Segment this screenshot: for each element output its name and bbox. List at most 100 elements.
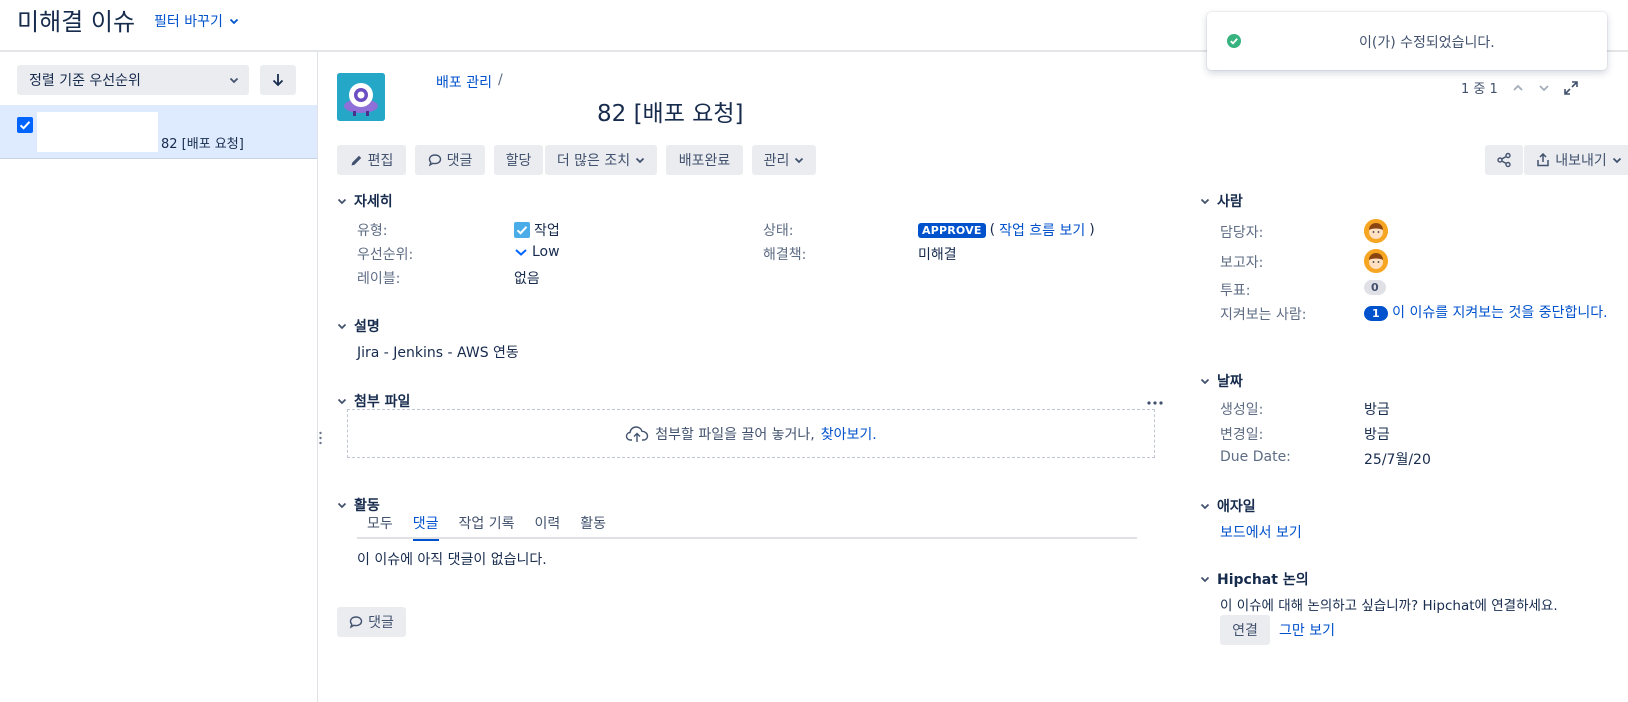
agile-section-toggle[interactable]: 애자일 (1200, 496, 1256, 516)
chevron-down-icon (229, 18, 238, 25)
filter-switch-link[interactable]: 필터 바꾸기 (154, 11, 239, 31)
hipchat-connect-label: 연결 (1232, 623, 1258, 639)
tab-history[interactable]: 이력 (535, 513, 561, 541)
sort-select-label: 정렬 기준 우선순위 (29, 73, 141, 89)
hipchat-heading: Hipchat 논의 (1217, 572, 1309, 588)
hipchat-dismiss-link[interactable]: 그만 보기 (1279, 620, 1335, 640)
issue-detail-pane: 배포 관리 / 82 [배포 요청] 1 중 1 편집 댓글 할당 더 많은 조… (318, 52, 1628, 702)
export-icon (1537, 153, 1549, 167)
tab-all[interactable]: 모두 (367, 513, 393, 541)
activity-tabs: 모두 댓글 작업 기록 이력 활동 (367, 513, 606, 541)
resolution-label: 해결책: (763, 247, 807, 263)
edit-button[interactable]: 편집 (337, 145, 406, 175)
updated-value: 방금 (1364, 427, 1390, 443)
cloud-upload-icon (626, 425, 649, 442)
breadcrumb: 배포 관리 / (436, 72, 503, 92)
people-section-toggle[interactable]: 사람 (1200, 191, 1243, 211)
check-circle-icon (1227, 34, 1241, 48)
tab-worklog[interactable]: 작업 기록 (459, 513, 515, 541)
tab-comments[interactable]: 댓글 (412, 513, 439, 541)
resolution-value: 미해결 (918, 247, 957, 263)
chevron-down-icon (337, 502, 347, 509)
filter-switch-label: 필터 바꾸기 (154, 14, 223, 30)
comment-button-label: 댓글 (446, 153, 473, 169)
list-item[interactable]: 82 [배포 요청] (0, 105, 317, 159)
tab-activity[interactable]: 활동 (580, 513, 606, 541)
breadcrumb-separator: / (497, 72, 503, 88)
share-button[interactable] (1485, 145, 1523, 175)
workflow-paren-open: ( (989, 222, 996, 238)
chevron-down-icon (337, 323, 347, 330)
chevron-down-icon (636, 157, 645, 164)
description-text[interactable]: Jira - Jenkins - AWS 연동 (357, 342, 519, 362)
chevron-down-icon (1612, 157, 1621, 164)
issue-title[interactable]: 82 [배포 요청] (597, 94, 743, 128)
activity-section-toggle[interactable]: 활동 (337, 495, 380, 515)
chevron-down-icon (1200, 576, 1210, 583)
assign-button[interactable]: 할당 (494, 145, 543, 175)
view-on-board-link[interactable]: 보드에서 보기 (1220, 522, 1302, 542)
watchers-count-badge[interactable]: 1 (1364, 306, 1388, 321)
deploy-done-button[interactable]: 배포완료 (666, 145, 743, 175)
watchers-label: 지켜보는 사람: (1220, 307, 1307, 323)
list-item-summary: 82 [배포 요청] (161, 137, 244, 152)
export-button[interactable]: 내보내기 (1524, 145, 1628, 175)
status-value: APPROVE (작업 흐름 보기) (918, 220, 1095, 240)
edit-button-label: 편집 (367, 153, 394, 169)
description-heading: 설명 (354, 319, 380, 335)
details-section-toggle[interactable]: 자세히 (337, 191, 393, 211)
redacted-issue-key (37, 112, 158, 152)
more-actions-button[interactable]: 더 많은 조치 (545, 145, 657, 175)
add-comment-label: 댓글 (368, 615, 394, 631)
hipchat-dismiss-label: 그만 보기 (1279, 623, 1335, 639)
share-icon (1497, 152, 1511, 168)
attachment-dropzone[interactable]: 첨부할 파일을 끌어 놓거나, 찾아보기. (347, 409, 1155, 458)
stop-watching-link[interactable]: 이 이슈를 지켜보는 것을 중단합니다. (1392, 305, 1607, 321)
reporter-avatar[interactable] (1364, 249, 1388, 273)
watchers-value: 1 이 이슈를 지켜보는 것을 중단합니다. (1364, 304, 1614, 323)
attachments-heading: 첨부 파일 (354, 394, 411, 410)
status-label: 상태: (763, 223, 794, 239)
more-options-icon[interactable] (1147, 400, 1163, 406)
manage-button[interactable]: 관리 (752, 145, 816, 175)
details-heading: 자세히 (354, 194, 393, 210)
chevron-down-icon[interactable] (1538, 83, 1550, 93)
expand-icon[interactable] (1563, 80, 1578, 95)
hipchat-connect-button[interactable]: 연결 (1220, 615, 1270, 645)
description-section-toggle[interactable]: 설명 (337, 316, 380, 336)
toast-message: 이(가) 수정되었습니다. (1359, 35, 1495, 51)
attachments-section-toggle[interactable]: 첨부 파일 (337, 391, 410, 411)
pane-resize-handle[interactable] (319, 431, 322, 445)
project-avatar[interactable] (337, 73, 385, 121)
due-date-value: 25/7월/20 (1364, 452, 1431, 468)
chevron-down-icon (1200, 378, 1210, 385)
add-comment-button[interactable]: 댓글 (337, 607, 406, 637)
workflow-link[interactable]: 작업 흐름 보기 (999, 220, 1085, 240)
more-actions-label: 더 많은 조치 (556, 153, 631, 169)
comment-button[interactable]: 댓글 (415, 145, 485, 175)
issue-toolbar: 편집 댓글 할당 더 많은 조치 배포완료 관리 내보내기 (337, 145, 1628, 177)
issue-pager: 1 중 1 (1461, 78, 1578, 97)
activity-heading: 활동 (354, 498, 380, 514)
assignee-avatar[interactable] (1364, 219, 1388, 243)
dates-section-toggle[interactable]: 날짜 (1200, 371, 1243, 391)
comment-icon (349, 616, 363, 629)
breadcrumb-project-link[interactable]: 배포 관리 (436, 72, 492, 92)
browse-link[interactable]: 찾아보기. (821, 424, 877, 444)
labels-label: 레이블: (357, 271, 401, 287)
votes-value[interactable]: 0 (1364, 280, 1386, 295)
manage-button-label: 관리 (763, 153, 790, 169)
chevron-down-icon (1200, 198, 1210, 205)
chevron-up-icon[interactable] (1512, 83, 1524, 93)
updated-label: 변경일: (1220, 427, 1264, 443)
due-date-label: Due Date: (1220, 449, 1291, 465)
hipchat-section-toggle[interactable]: Hipchat 논의 (1200, 569, 1309, 589)
export-button-label: 내보내기 (1555, 153, 1607, 169)
deploy-done-label: 배포완료 (678, 153, 731, 169)
type-value: 작업 (514, 220, 560, 240)
votes-label: 투표: (1220, 283, 1251, 299)
sort-direction-button[interactable] (260, 65, 296, 95)
sort-select[interactable]: 정렬 기준 우선순위 (17, 65, 249, 95)
success-toast[interactable]: 이(가) 수정되었습니다. (1207, 12, 1607, 70)
votes-count-badge: 0 (1364, 280, 1386, 295)
